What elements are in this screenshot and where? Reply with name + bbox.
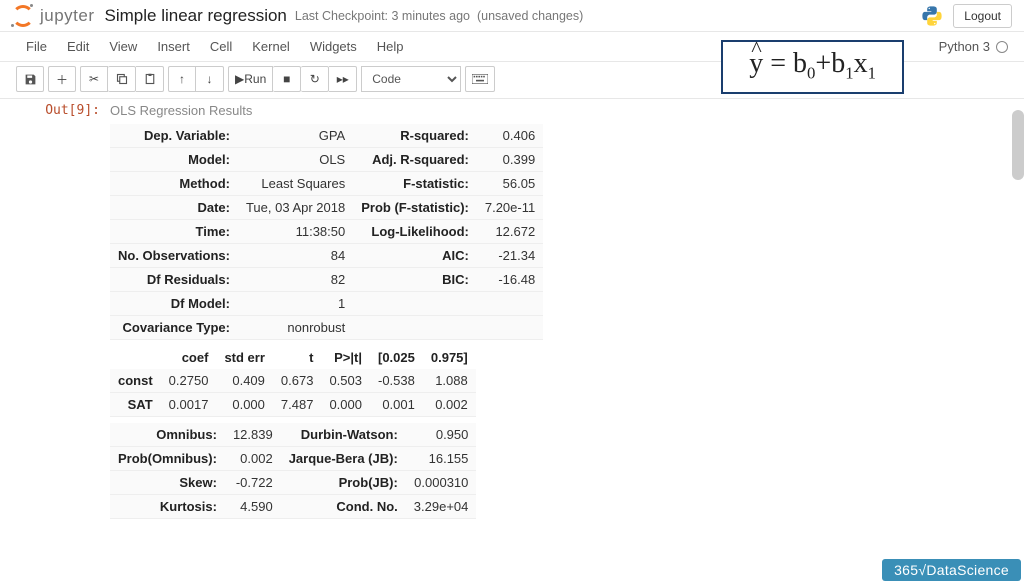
menu-cell[interactable]: Cell	[200, 34, 242, 59]
column-header: [0.025	[370, 346, 423, 369]
command-palette-button[interactable]	[465, 66, 495, 92]
menu-edit[interactable]: Edit	[57, 34, 99, 59]
table-row: Method:Least SquaresF-statistic:56.05	[110, 172, 543, 196]
menu-kernel[interactable]: Kernel	[242, 34, 300, 59]
add-cell-button[interactable]: ＋	[48, 66, 76, 92]
table-row: Kurtosis:4.590Cond. No.3.29e+04	[110, 495, 476, 519]
ols-caption: OLS Regression Results	[110, 103, 1004, 118]
scrollbar-thumb[interactable]	[1012, 110, 1024, 180]
kernel-name: Python 3	[939, 39, 990, 54]
column-header: t	[273, 346, 322, 369]
cell-type-select[interactable]: Code	[361, 66, 461, 92]
logout-button[interactable]: Logout	[953, 4, 1012, 28]
table-row: const0.27500.4090.6730.503-0.5381.088	[110, 369, 476, 393]
table-row: Date:Tue, 03 Apr 2018Prob (F-statistic):…	[110, 196, 543, 220]
move-up-button[interactable]: ↑	[168, 66, 196, 92]
run-all-button[interactable]: ▸▸	[329, 66, 357, 92]
table-row: Dep. Variable:GPAR-squared:0.406	[110, 124, 543, 148]
ols-summary-table: Dep. Variable:GPAR-squared:0.406Model:OL…	[110, 124, 543, 340]
save-button[interactable]	[16, 66, 44, 92]
checkpoint-status: Last Checkpoint: 3 minutes ago (unsaved …	[295, 9, 583, 23]
paste-icon	[144, 73, 156, 85]
copy-icon	[116, 73, 128, 85]
restart-button[interactable]: ↻	[301, 66, 329, 92]
table-row: Model:OLSAdj. R-squared:0.399	[110, 148, 543, 172]
stop-button[interactable]: ■	[273, 66, 301, 92]
equation-overlay: y = b0+b1x1	[721, 40, 904, 94]
copy-button[interactable]	[108, 66, 136, 92]
menu-file[interactable]: File	[16, 34, 57, 59]
output-cell: Out[9]: OLS Regression Results Dep. Vari…	[20, 103, 1004, 519]
column-header: P>|t|	[321, 346, 370, 369]
ols-diagnostics-table: Omnibus:12.839Durbin-Watson:0.950Prob(Om…	[110, 423, 476, 519]
save-icon	[24, 73, 37, 86]
table-row: SAT0.00170.0007.4870.0000.0010.002	[110, 393, 476, 417]
table-row: Prob(Omnibus):0.002Jarque-Bera (JB):16.1…	[110, 447, 476, 471]
column-header: 0.975]	[423, 346, 476, 369]
keyboard-icon	[472, 74, 488, 84]
python-logo-icon[interactable]	[921, 5, 943, 27]
watermark-badge: 365√DataScience	[882, 559, 1021, 581]
menu-help[interactable]: Help	[367, 34, 414, 59]
table-row: Time:11:38:50Log-Likelihood:12.672	[110, 220, 543, 244]
run-button[interactable]: ▶ Run	[228, 66, 273, 92]
table-row: No. Observations:84AIC:-21.34	[110, 244, 543, 268]
column-header: coef	[161, 346, 217, 369]
menu-widgets[interactable]: Widgets	[300, 34, 367, 59]
notebook-title[interactable]: Simple linear regression	[105, 6, 287, 26]
menu-view[interactable]: View	[99, 34, 147, 59]
ols-coef-table: coefstd errtP>|t|[0.0250.975] const0.275…	[110, 346, 476, 417]
move-down-button[interactable]: ↓	[196, 66, 224, 92]
output-prompt: Out[9]:	[20, 103, 110, 519]
cut-button[interactable]: ✂	[80, 66, 108, 92]
table-row: Covariance Type:nonrobust	[110, 316, 543, 340]
menu-insert[interactable]: Insert	[147, 34, 200, 59]
table-row: Skew:-0.722Prob(JB):0.000310	[110, 471, 476, 495]
notebook-area: Out[9]: OLS Regression Results Dep. Vari…	[0, 99, 1024, 573]
jupyter-logo[interactable]: jupyter	[12, 5, 95, 27]
table-row: Omnibus:12.839Durbin-Watson:0.950	[110, 423, 476, 447]
kernel-idle-icon[interactable]	[996, 41, 1008, 53]
brand-text: jupyter	[40, 6, 95, 26]
paste-button[interactable]	[136, 66, 164, 92]
notebook-header: jupyter Simple linear regression Last Ch…	[0, 0, 1024, 32]
column-header	[110, 346, 161, 369]
jupyter-orb-icon	[12, 5, 34, 27]
table-row: Df Residuals:82BIC:-16.48	[110, 268, 543, 292]
column-header: std err	[216, 346, 272, 369]
table-row: Df Model:1	[110, 292, 543, 316]
